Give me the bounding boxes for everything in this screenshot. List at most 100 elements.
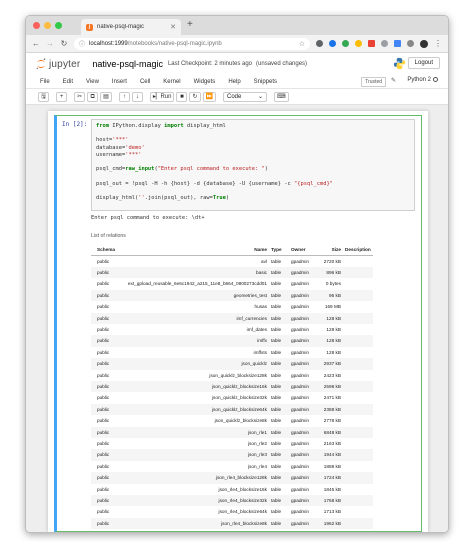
table-cell (343, 358, 373, 370)
new-tab-button[interactable]: + (187, 19, 193, 30)
table-cell: table (271, 418, 282, 424)
cut-icon[interactable]: ✂ (74, 91, 86, 102)
table-cell: gpadmin (289, 289, 317, 302)
table-cell: json_rle2 (247, 441, 267, 446)
table-cell: gpadmin (289, 403, 317, 416)
insert-cell-below-button[interactable]: + (56, 91, 68, 102)
save-button[interactable]: 🖫 (38, 91, 50, 102)
table-cell: gpadmin (291, 258, 309, 264)
table-row: public imf_dates table gpadmin 128 kB (91, 324, 373, 335)
menu-insert[interactable]: Insert (112, 79, 127, 85)
table-cell: gpadmin (291, 418, 309, 424)
table-cell: public (97, 349, 110, 355)
reload-icon[interactable]: ↻ (60, 39, 68, 48)
stdout-text: Enter psql command to execute: \dt+ (91, 215, 205, 221)
table-cell: table (271, 509, 282, 515)
browser-window: j native-psql-magic ✕ + ← → ↻ ⓘ localhos… (25, 15, 449, 533)
table-cell: table (269, 472, 289, 484)
table-cell: gpadmin (289, 358, 317, 370)
table-row: public json_quicklz table gpadmin 2937 kB (91, 358, 373, 370)
extension-icon[interactable] (355, 40, 362, 47)
table-cell: geometries_test (119, 289, 269, 302)
table-cell: 96 kB (317, 289, 343, 302)
table-cell: 1768 kB (317, 495, 343, 507)
notebook-area: In [2]: from IPython.display import disp… (26, 105, 448, 532)
jupyter-logo[interactable]: jupyter (36, 58, 80, 70)
minimize-window-button[interactable] (44, 22, 51, 29)
table-cell: 1888 kB (323, 463, 341, 469)
table-cell: 2598 kB (317, 380, 343, 393)
extension-icon[interactable] (407, 40, 414, 47)
table-cell: 1962 kB (317, 517, 343, 530)
move-down-icon[interactable]: ↓ (131, 91, 143, 102)
table-row: public json_quicklz_blocksize32k table gpad… (91, 392, 373, 403)
forward-icon[interactable]: → (46, 39, 54, 48)
table-cell: public (91, 426, 119, 438)
restart-run-all-icon[interactable]: ⏩ (202, 91, 216, 102)
menu-help[interactable]: Help (228, 79, 240, 85)
extension-icon[interactable] (329, 40, 336, 47)
table-cell (343, 347, 373, 358)
notebook-toolbar: 🖫 + ✂ ⧉ ▤ ↑ ↓ ▸▏Run ■ ↻ ⏩ Code ⌄ ⌨ (26, 89, 448, 105)
menu-kernel[interactable]: Kernel (163, 79, 180, 85)
table-cell: imffxts (253, 349, 267, 355)
edit-mode-pencil-icon: ✎ (390, 78, 396, 84)
table-cell: json_rle1 (119, 426, 269, 438)
table-cell: gpadmin (289, 495, 317, 507)
notebook-page: In [2]: from IPython.display import disp… (48, 111, 428, 532)
kernel-name: Python 2 (407, 77, 431, 84)
column-header: Owner (289, 244, 317, 256)
table-row: public json_rle1 table gpadmin 6848 kB (91, 426, 373, 438)
table-cell: gpadmin (291, 509, 309, 515)
table-cell: json_rle4_blocksize16k (218, 486, 267, 492)
info-icon[interactable]: ⓘ (79, 39, 85, 48)
cell-type-select[interactable]: Code ⌄ (223, 91, 267, 102)
table-cell: table (271, 326, 282, 332)
run-button[interactable]: ▸▏Run (149, 91, 175, 102)
menu-edit[interactable]: Edit (63, 79, 73, 85)
code-cell[interactable]: In [2]: from IPython.display import disp… (54, 115, 422, 532)
command-palette-icon[interactable]: ⌨ (274, 91, 289, 102)
extension-icon[interactable] (316, 40, 323, 47)
close-window-button[interactable] (33, 22, 40, 29)
extension-icon[interactable] (342, 40, 349, 47)
table-header-row: Schema Name Type Owner Size Description (91, 244, 373, 256)
table-row: public json_rle4_blocksize16k table gpadmin… (91, 484, 373, 495)
table-cell: json_rle4 (247, 463, 267, 469)
table-cell (343, 415, 373, 426)
maximize-window-button[interactable] (55, 22, 62, 29)
menu-snippets[interactable]: Snippets (254, 79, 277, 85)
menu-file[interactable]: File (40, 79, 50, 85)
menu-view[interactable]: View (86, 79, 99, 85)
table-cell: table (271, 372, 282, 378)
url-field[interactable]: ⓘ localhost:1999/notebooks/native-psql-m… (74, 37, 310, 50)
notebook-name[interactable]: native-psql-magic (92, 59, 163, 69)
table-cell: json_rle4_blocksize8k (119, 517, 269, 530)
table-cell: json_quicklz_blocksize128k (209, 372, 267, 378)
extension-icon[interactable] (368, 40, 375, 47)
extension-icon[interactable] (381, 40, 388, 47)
extension-icon[interactable] (394, 40, 401, 47)
restart-kernel-icon[interactable]: ↻ (189, 91, 201, 102)
table-cell: public (91, 289, 119, 302)
table-cell: table (271, 463, 282, 469)
move-up-icon[interactable]: ↑ (118, 91, 130, 102)
trusted-indicator[interactable]: Trusted (361, 77, 386, 87)
copy-icon[interactable]: ⧉ (87, 91, 99, 102)
browser-tab[interactable]: j native-psql-magic ✕ (81, 19, 181, 35)
menu-widgets[interactable]: Widgets (194, 79, 216, 85)
browser-menu-icon[interactable]: ⋮ (434, 39, 442, 48)
back-icon[interactable]: ← (32, 39, 40, 48)
table-row: public json_rle4_blocksize64k table gpadmin… (91, 506, 373, 517)
table-cell: public (91, 312, 119, 324)
code-editor[interactable]: from IPython.display import display_html… (91, 119, 415, 211)
interrupt-kernel-icon[interactable]: ■ (176, 91, 188, 102)
logout-button[interactable]: Logout (407, 57, 440, 69)
menu-cell[interactable]: Cell (140, 79, 150, 85)
profile-avatar[interactable] (420, 39, 428, 48)
paste-icon[interactable]: ▤ (100, 91, 112, 102)
bookmark-star-icon[interactable]: ☆ (299, 40, 305, 48)
table-cell: 1944 kB (317, 449, 343, 461)
close-tab-icon[interactable]: ✕ (170, 23, 176, 31)
table-cell: imffx (119, 335, 269, 347)
